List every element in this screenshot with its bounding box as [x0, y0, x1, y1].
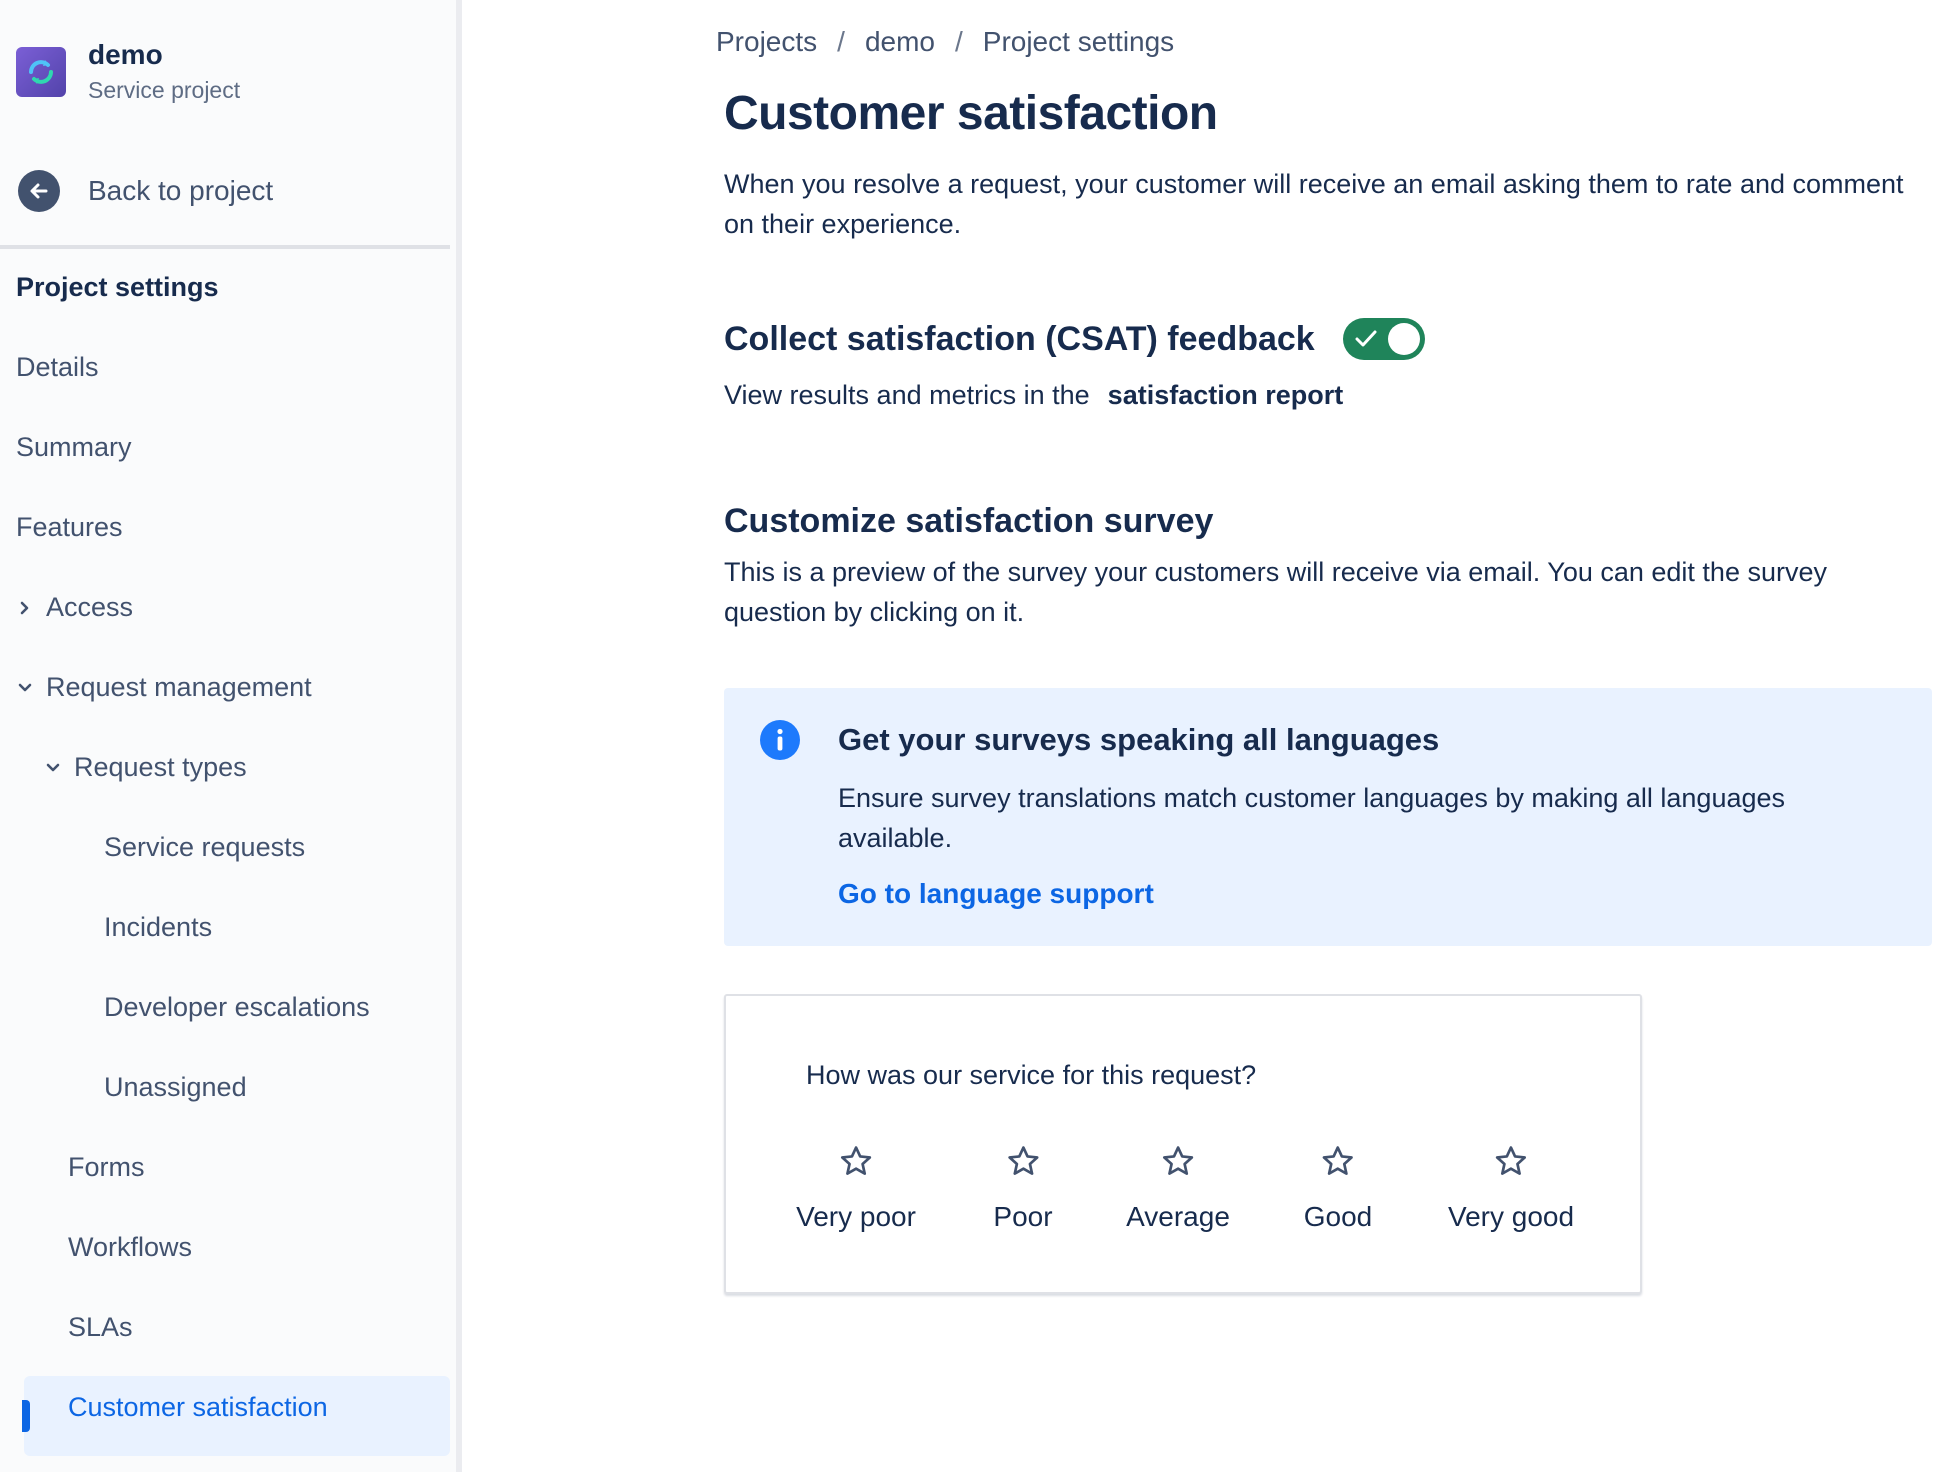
project-name: demo — [88, 39, 163, 70]
sidebar-item-slas[interactable]: SLAs — [68, 1312, 133, 1343]
breadcrumb-separator: / — [837, 26, 845, 57]
back-to-project-link[interactable]: Back to project — [18, 170, 273, 212]
star-icon — [839, 1144, 873, 1183]
sidebar-item-label: Unassigned — [104, 1072, 247, 1102]
chevron-down-icon[interactable] — [42, 757, 64, 779]
check-icon — [1355, 329, 1377, 354]
info-banner-body: Ensure survey translations match custome… — [838, 783, 1786, 853]
arrow-left-icon — [18, 170, 60, 212]
sidebar-item-features[interactable]: Features — [16, 512, 123, 543]
service-project-avatar-icon — [16, 47, 66, 97]
survey-section-description: This is a preview of the survey your cus… — [724, 557, 1827, 627]
sidebar-item-service-requests[interactable]: Service requests — [104, 832, 305, 863]
sidebar-item-unassigned[interactable]: Unassigned — [104, 1072, 247, 1103]
language-info-banner: Get your surveys speaking all languages … — [724, 688, 1932, 946]
sidebar-heading: Project settings — [16, 272, 219, 302]
sidebar-item-label: Request management — [46, 672, 312, 702]
sidebar-item-forms[interactable]: Forms — [68, 1152, 145, 1183]
language-support-link[interactable]: Go to language support — [838, 878, 1154, 910]
sidebar-item-label: Workflows — [68, 1232, 193, 1262]
info-banner-title: Get your surveys speaking all languages — [838, 722, 1440, 757]
sidebar-item-request-types[interactable]: Request types — [42, 752, 247, 783]
sidebar-item-label: Details — [16, 352, 99, 382]
survey-question[interactable]: How was our service for this request? — [806, 1060, 1256, 1091]
star-icon — [1161, 1144, 1195, 1183]
rating-average[interactable]: Average — [1126, 1144, 1230, 1233]
rating-label: Poor — [993, 1201, 1053, 1232]
sidebar-item-access[interactable]: Access — [14, 592, 133, 623]
star-icon — [1006, 1144, 1040, 1183]
sidebar-item-label: Summary — [16, 432, 132, 462]
sidebar-item-label: Incidents — [104, 912, 213, 942]
sidebar: demo Service project Back to project Pro… — [0, 0, 462, 1472]
csat-title: Collect satisfaction (CSAT) feedback — [724, 319, 1315, 358]
rating-very-good[interactable]: Very good — [1448, 1144, 1574, 1233]
toggle-knob — [1387, 323, 1420, 355]
sidebar-item-summary[interactable]: Summary — [16, 432, 132, 463]
sidebar-item-label: Features — [16, 512, 123, 542]
report-prefix: View results and metrics in the — [724, 380, 1090, 410]
back-to-project-label: Back to project — [88, 175, 274, 206]
satisfaction-report-link[interactable]: satisfaction report — [1108, 380, 1344, 410]
rating-very-poor[interactable]: Very poor — [796, 1144, 916, 1233]
breadcrumb-project[interactable]: demo — [865, 26, 935, 58]
rating-good[interactable]: Good — [1303, 1144, 1373, 1233]
star-icon — [1321, 1144, 1355, 1183]
sidebar-item-details[interactable]: Details — [16, 352, 99, 383]
report-line: View results and metrics in the satisfact… — [724, 380, 1343, 411]
page-title: Customer satisfaction — [724, 87, 1218, 140]
rating-label: Good — [1303, 1201, 1373, 1232]
sidebar-item-request-management[interactable]: Request management — [14, 672, 312, 703]
page-intro: When you resolve a request, your custome… — [724, 169, 1904, 239]
rating-label: Average — [1126, 1201, 1230, 1232]
sidebar-item-label: Customer satisfaction — [68, 1392, 328, 1422]
sidebar-item-workflows[interactable]: Workflows — [68, 1232, 192, 1263]
breadcrumb-projects[interactable]: Projects — [716, 26, 817, 58]
project-header[interactable]: demo Service project — [16, 38, 240, 106]
survey-preview-card: How was our service for this request? Ve… — [724, 994, 1642, 1294]
sidebar-divider — [0, 245, 450, 249]
sidebar-item-label: Developer escalations — [104, 992, 370, 1022]
sidebar-item-label: Request types — [74, 752, 247, 782]
sidebar-item-customer-satisfaction[interactable]: Customer satisfaction — [68, 1392, 328, 1423]
chevron-right-icon[interactable] — [14, 597, 36, 619]
csat-setting-row: Collect satisfaction (CSAT) feedback — [724, 318, 1425, 360]
rating-label: Very good — [1447, 1201, 1575, 1232]
chevron-down-icon[interactable] — [14, 677, 36, 699]
breadcrumb-project-settings[interactable]: Project settings — [983, 26, 1174, 58]
sidebar-item-label: SLAs — [68, 1312, 133, 1342]
sidebar-item-label: Service requests — [104, 832, 306, 862]
project-type: Service project — [88, 77, 241, 103]
sidebar-item-label: Forms — [68, 1152, 145, 1182]
sidebar-item-incidents[interactable]: Incidents — [104, 912, 212, 943]
survey-section-title: Customize satisfaction survey — [724, 502, 1214, 540]
sidebar-active-indicator — [22, 1400, 30, 1432]
sidebar-item-developer-escalations[interactable]: Developer escalations — [104, 992, 370, 1023]
breadcrumb: Projects / demo / Project settings — [716, 26, 1174, 58]
sidebar-item-label: Access — [46, 592, 134, 622]
rating-poor[interactable]: Poor — [993, 1144, 1053, 1233]
info-icon — [760, 720, 800, 760]
rating-label: Very poor — [796, 1201, 916, 1232]
breadcrumb-separator: / — [954, 26, 963, 57]
star-icon — [1494, 1144, 1528, 1183]
csat-toggle[interactable] — [1342, 318, 1425, 360]
